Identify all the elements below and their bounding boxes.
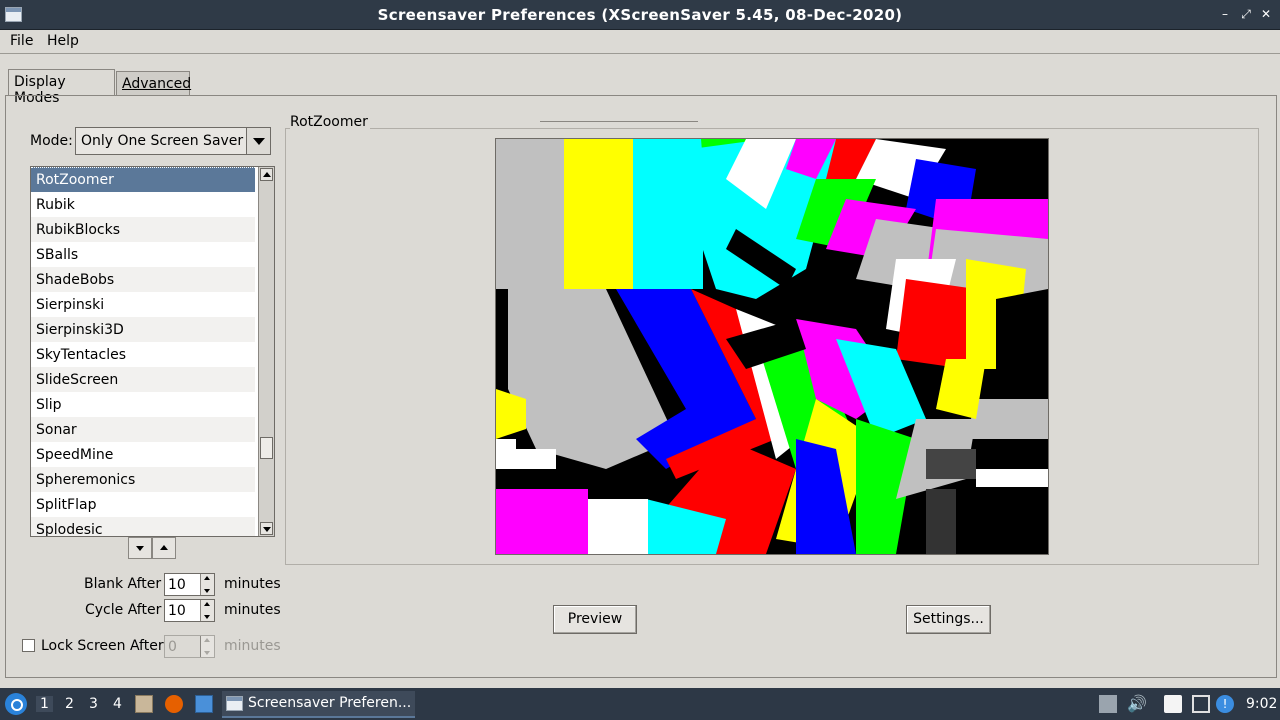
show-desktop-icon[interactable] <box>195 695 213 713</box>
minimize-icon[interactable]: – <box>1216 5 1234 23</box>
saver-list-item[interactable]: ShadeBobs <box>31 267 255 292</box>
menu-help[interactable]: Help <box>47 33 79 49</box>
scroll-thumb[interactable] <box>260 437 273 459</box>
notification-icon[interactable]: ! <box>1216 695 1234 713</box>
saver-list-item[interactable]: SBalls <box>31 242 255 267</box>
saver-list-item[interactable]: RotZoomer <box>31 167 255 192</box>
workspace-3[interactable]: 3 <box>89 696 98 712</box>
saver-list-item[interactable]: Sonar <box>31 417 255 442</box>
preview-button[interactable]: Preview <box>553 605 637 634</box>
scroll-down-icon[interactable] <box>260 522 273 535</box>
blank-after-value[interactable]: 10 <box>168 577 186 593</box>
menu-file[interactable]: File <box>10 33 33 49</box>
saver-list-item[interactable]: SplitFlap <box>31 492 255 517</box>
spinner-arrows-icon[interactable] <box>200 574 214 595</box>
saver-list[interactable]: RotZoomer Rubik RubikBlocks SBalls ShadeBobs… <box>30 166 275 537</box>
next-saver-button[interactable] <box>128 537 152 559</box>
preview-frame-title: RotZoomer <box>290 114 370 130</box>
eject-icon[interactable] <box>1099 695 1117 713</box>
window-title: Screensaver Preferences (XScreenSaver 5.… <box>377 6 903 24</box>
preview-image <box>496 139 1048 554</box>
blank-after-label: Blank After <box>84 576 162 592</box>
clock: 9:02 <box>1246 696 1278 712</box>
cycle-after-unit: minutes <box>224 602 281 618</box>
menubar: File Help <box>0 30 1280 54</box>
mode-label: Mode: <box>30 133 73 149</box>
start-menu-icon[interactable] <box>5 693 27 715</box>
saver-list-item[interactable]: SlideScreen <box>31 367 255 392</box>
screensaver-preview <box>495 138 1049 555</box>
saver-list-item[interactable]: Slip <box>31 392 255 417</box>
cycle-after-label: Cycle After <box>85 602 162 618</box>
lock-screen-label[interactable]: Lock Screen After <box>41 638 164 654</box>
previous-saver-button[interactable] <box>152 537 176 559</box>
saver-list-item[interactable]: Sierpinski3D <box>31 317 255 342</box>
volume-icon[interactable]: 🔊 <box>1127 695 1147 713</box>
workspace-1[interactable]: 1 <box>36 696 53 712</box>
close-icon[interactable]: ✕ <box>1257 5 1275 23</box>
network-icon[interactable] <box>1192 695 1210 713</box>
maximize-icon[interactable]: ⤢ <box>1237 5 1255 23</box>
firefox-icon[interactable] <box>165 695 183 713</box>
lock-after-spinner: 0 <box>164 635 215 658</box>
spinner-arrows-icon[interactable] <box>200 600 214 621</box>
saver-list-item[interactable]: Splodesic <box>31 517 255 536</box>
tab-display-modes[interactable]: Display Modes <box>8 69 115 106</box>
mode-select-value: Only One Screen Saver <box>81 133 244 149</box>
saver-list-item[interactable]: SpeedMine <box>31 442 255 467</box>
mode-select[interactable]: Only One Screen Saver <box>75 127 271 155</box>
file-manager-icon[interactable] <box>135 695 153 713</box>
scroll-up-icon[interactable] <box>260 168 273 181</box>
taskbar-task-label: Screensaver Preferen... <box>248 695 412 711</box>
cycle-after-value[interactable]: 10 <box>168 603 186 619</box>
lock-after-unit: minutes <box>224 638 281 654</box>
blank-after-unit: minutes <box>224 576 281 592</box>
app-window-icon <box>226 696 243 711</box>
chevron-down-icon[interactable] <box>246 128 270 154</box>
saver-list-item[interactable]: RubikBlocks <box>31 217 255 242</box>
window-titlebar: Screensaver Preferences (XScreenSaver 5.… <box>0 0 1280 30</box>
cycle-after-spinner[interactable]: 10 <box>164 599 215 622</box>
tab-advanced[interactable]: Advanced <box>116 71 191 95</box>
settings-button[interactable]: Settings... <box>906 605 991 634</box>
blank-after-spinner[interactable]: 10 <box>164 573 215 596</box>
clipboard-icon[interactable] <box>1164 695 1182 713</box>
saver-list-item[interactable]: Rubik <box>31 192 255 217</box>
lock-screen-checkbox[interactable] <box>22 639 35 652</box>
saver-list-item[interactable]: SkyTentacles <box>31 342 255 367</box>
lock-after-value: 0 <box>168 639 177 655</box>
taskbar: 1 2 3 4 Screensaver Preferen... 🔊 ! 9:02 <box>0 688 1280 720</box>
workspace-2[interactable]: 2 <box>65 696 74 712</box>
frame-divider <box>540 121 698 122</box>
list-scrollbar[interactable] <box>258 167 274 536</box>
saver-list-item[interactable]: Sierpinski <box>31 292 255 317</box>
spinner-arrows-icon <box>200 636 214 657</box>
saver-list-item[interactable]: Spheremonics <box>31 467 255 492</box>
workspace-4[interactable]: 4 <box>113 696 122 712</box>
taskbar-task-screensaver[interactable]: Screensaver Preferen... <box>222 691 415 718</box>
